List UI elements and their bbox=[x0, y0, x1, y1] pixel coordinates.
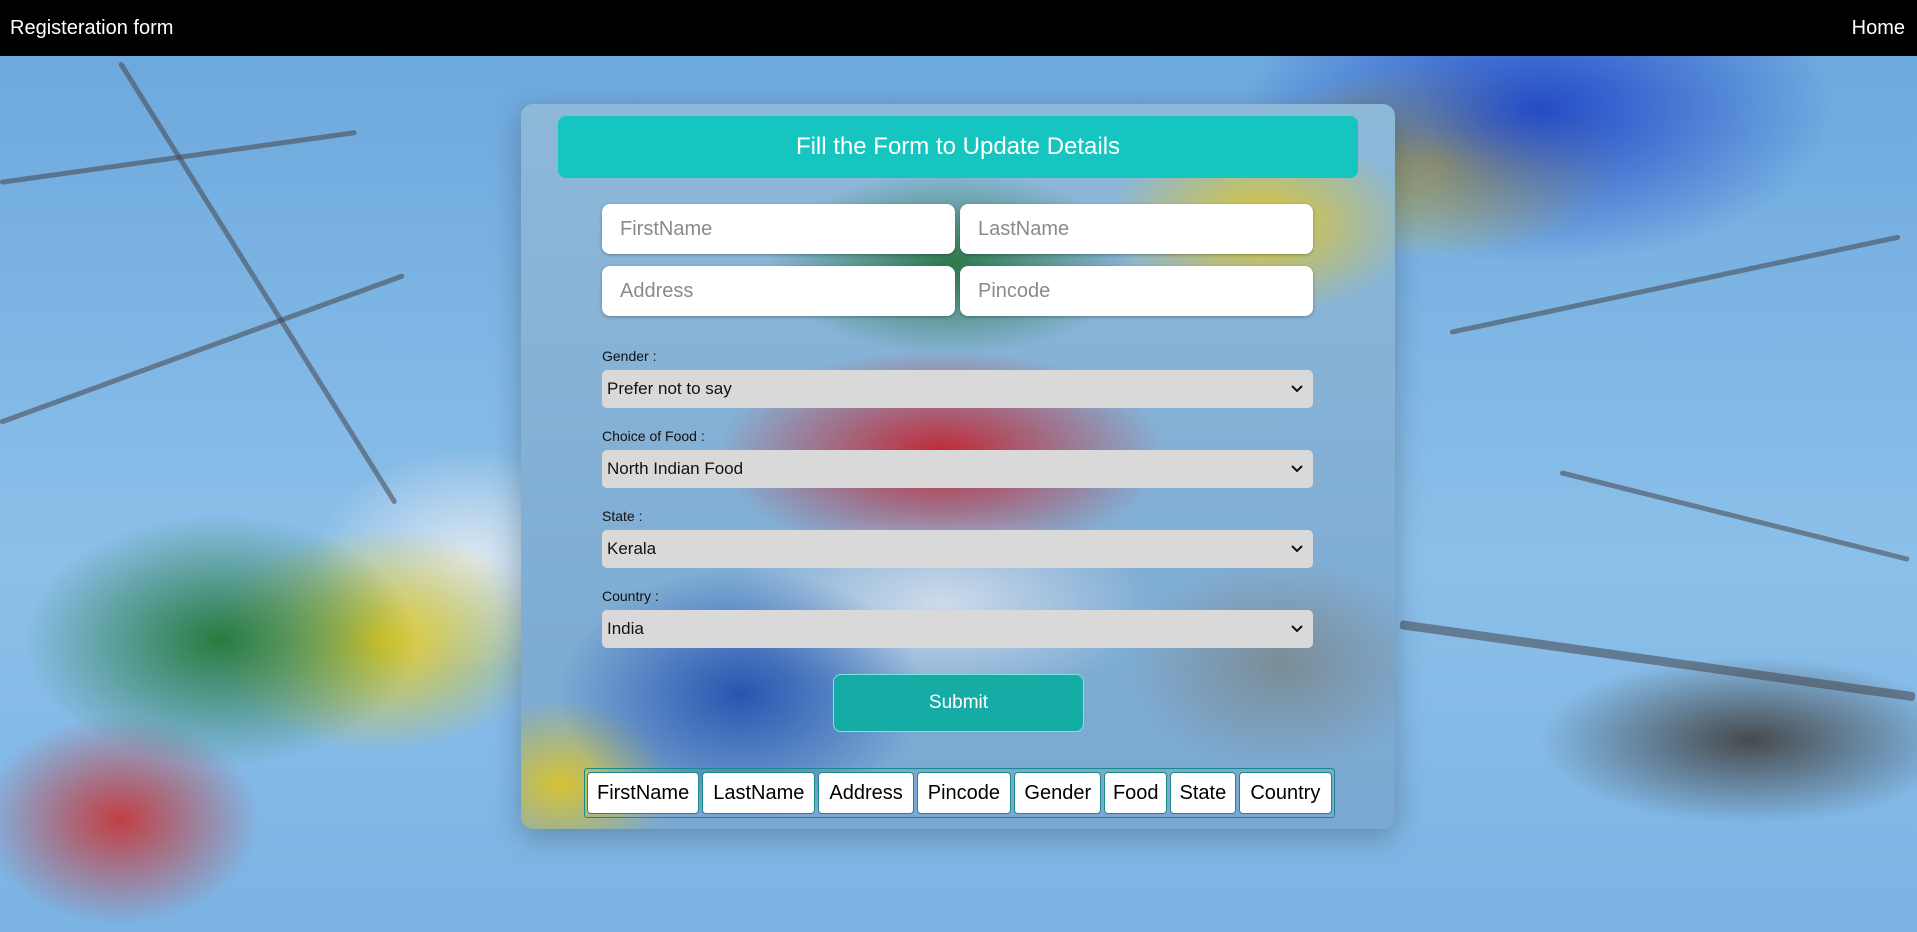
country-select[interactable]: India bbox=[602, 610, 1313, 648]
branch-decoration bbox=[1559, 470, 1910, 563]
food-label: Choice of Food : bbox=[602, 428, 705, 444]
gender-label: Gender : bbox=[602, 348, 657, 364]
column-header-firstname: FirstName bbox=[587, 772, 700, 814]
pincode-input[interactable] bbox=[960, 266, 1313, 316]
gender-select[interactable]: Prefer not to say bbox=[602, 370, 1313, 408]
form-title: Fill the Form to Update Details bbox=[558, 116, 1358, 178]
column-header-address: Address bbox=[818, 772, 914, 814]
state-label: State : bbox=[602, 508, 643, 524]
top-navbar: Registeration form Home bbox=[0, 0, 1917, 56]
address-input[interactable] bbox=[602, 266, 955, 316]
branch-decoration bbox=[1449, 234, 1901, 335]
branch-decoration bbox=[0, 273, 405, 425]
details-table-header: FirstName LastName Address Pincode Gende… bbox=[584, 768, 1335, 818]
chevron-down-icon bbox=[1289, 541, 1305, 557]
branch-decoration bbox=[1399, 620, 1916, 702]
gender-selected-value: Prefer not to say bbox=[607, 379, 732, 398]
column-header-food: Food bbox=[1104, 772, 1168, 814]
chevron-down-icon bbox=[1289, 621, 1305, 637]
column-header-state: State bbox=[1170, 772, 1236, 814]
column-header-pincode: Pincode bbox=[916, 772, 1012, 814]
chevron-down-icon bbox=[1289, 381, 1305, 397]
chevron-down-icon bbox=[1289, 461, 1305, 477]
state-select[interactable]: Kerala bbox=[602, 530, 1313, 568]
home-link[interactable]: Home bbox=[1852, 17, 1905, 40]
food-select[interactable]: North Indian Food bbox=[602, 450, 1313, 488]
column-header-lastname: LastName bbox=[702, 772, 816, 814]
branch-decoration bbox=[117, 61, 398, 505]
column-header-country: Country bbox=[1238, 772, 1333, 814]
country-selected-value: India bbox=[607, 619, 644, 638]
country-label: Country : bbox=[602, 588, 659, 604]
first-name-input[interactable] bbox=[602, 204, 955, 254]
state-selected-value: Kerala bbox=[607, 539, 657, 558]
registration-form-card: Fill the Form to Update Details Gender :… bbox=[521, 104, 1395, 829]
submit-button[interactable]: Submit bbox=[833, 674, 1084, 732]
food-selected-value: North Indian Food bbox=[607, 459, 744, 478]
column-header-gender: Gender bbox=[1014, 772, 1102, 814]
last-name-input[interactable] bbox=[960, 204, 1313, 254]
brand-title: Registeration form bbox=[10, 16, 174, 39]
branch-decoration bbox=[0, 129, 357, 185]
